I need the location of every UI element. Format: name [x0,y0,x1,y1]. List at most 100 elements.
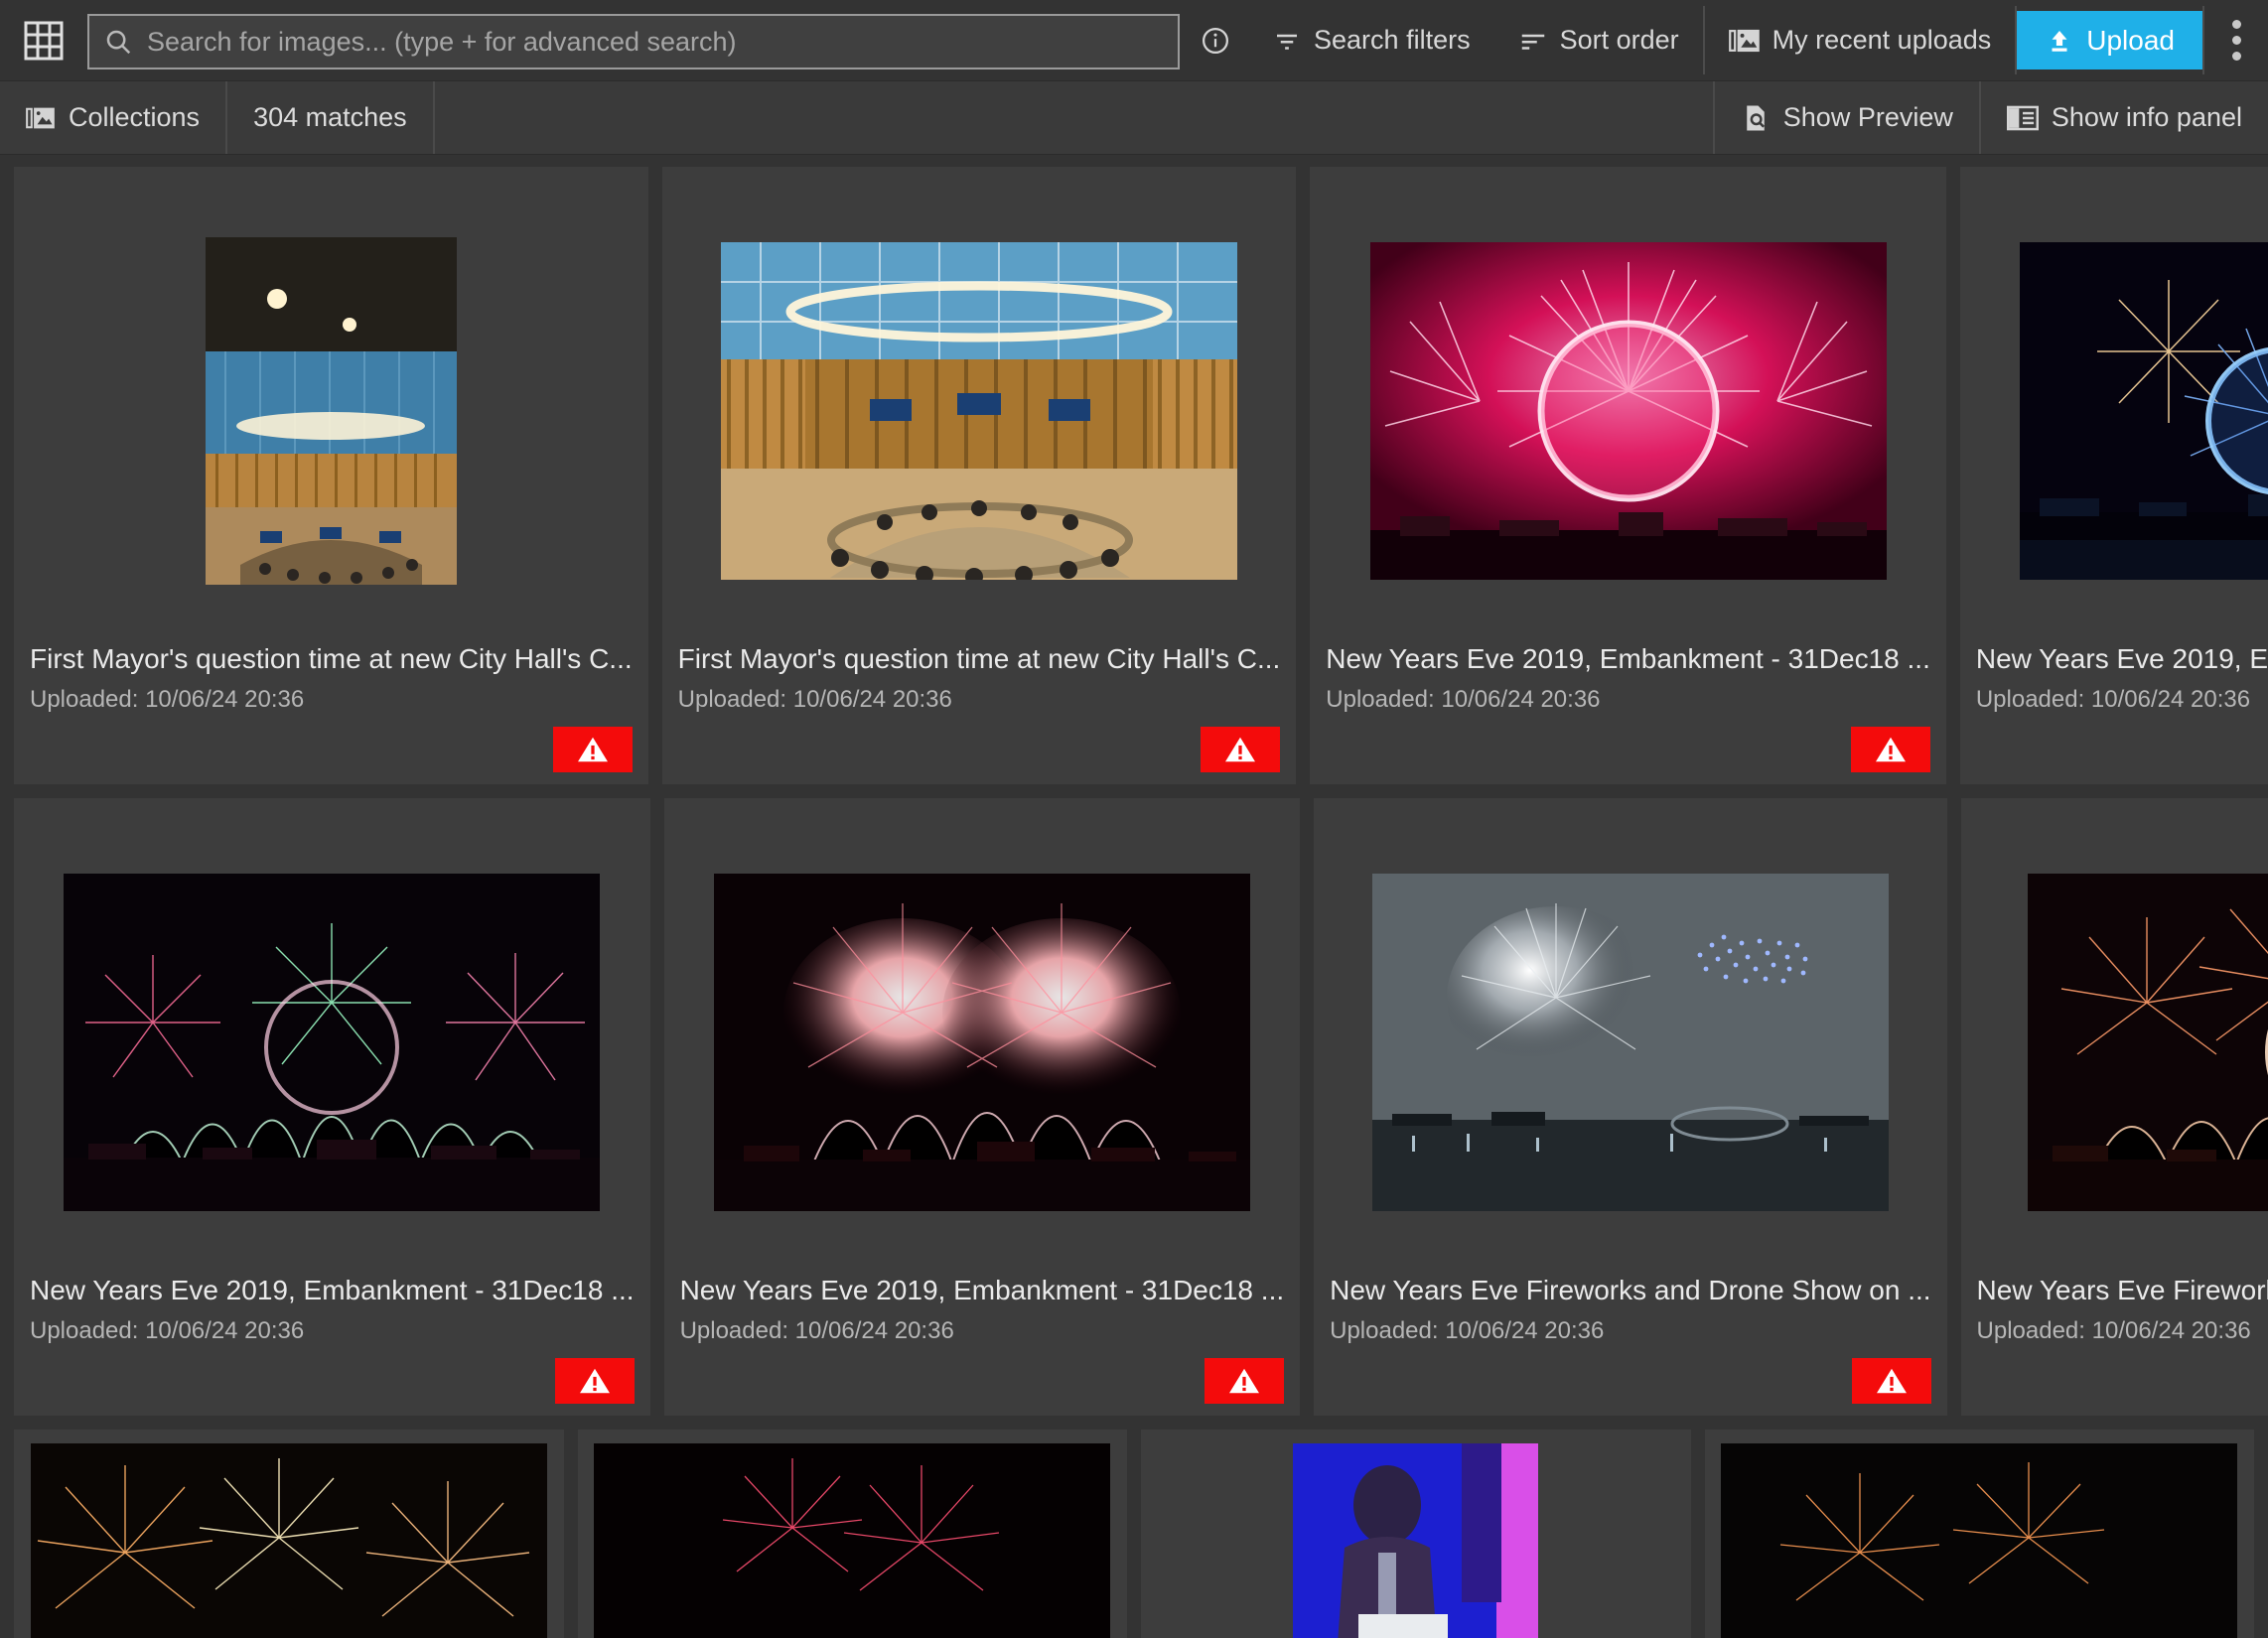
my-recent-uploads-button[interactable]: My recent uploads [1705,0,2016,80]
card-title: New Years Eve 2019, Embankment - 31Dec18… [679,1275,1285,1305]
thumbnail-image [30,1443,547,1638]
card-meta: New Years Eve Fireworks Display, London … [1961,1273,2268,1346]
status-badge[interactable] [1205,1357,1285,1404]
status-badge[interactable] [1201,726,1281,772]
results-row: First Mayor's question time at new City … [14,167,2268,784]
results-row: New Years Eve 2019, Embankment - 31Dec18… [14,798,2268,1416]
show-preview-button[interactable]: Show Preview [1712,81,1979,154]
result-card[interactable]: First Mayor's question time at new City … [14,167,648,784]
thumbnail-container [1960,167,2268,641]
card-uploaded: Uploaded: 10/06/24 20:36 [1326,686,1601,713]
my-recent-uploads-label: My recent uploads [1772,25,1992,55]
thumbnail-image [594,1443,1111,1638]
result-card[interactable]: First Mayor's question time at new City … [661,167,1297,784]
thumbnail-container [1314,798,1946,1273]
card-title: New Years Eve 2019, Embankment - 31Dec18… [30,1275,635,1305]
card-meta: New Years Eve 2019, Embankment - 31Dec18… [1310,641,1946,772]
show-preview-label: Show Preview [1782,102,1953,132]
status-badge[interactable] [552,726,633,772]
thumbnail-image [720,242,1237,580]
thumbnail-image [1721,1443,2238,1638]
status-badge[interactable] [1850,726,1930,772]
search-box[interactable] [87,14,1180,69]
card-meta: New Years Eve Fireworks and Drone Show o… [1314,1273,1946,1404]
thumbnail-container: People's Question Time [1141,1430,1691,1638]
result-card[interactable]: New Years Eve 2019, Embankment - 31Dec18… [1959,167,2268,784]
warning-icon [1875,737,1906,762]
thumbnail-image [2027,874,2268,1211]
card-uploaded: Uploaded: 10/06/24 20:36 [1975,686,2251,713]
more-options-button[interactable] [2204,0,2268,80]
sort-lines-icon [1521,34,1544,50]
card-title: New Years Eve 2019, Embankment - 31Dec18… [1975,643,2268,674]
images-stack-icon [1728,29,1760,52]
sort-order-button[interactable]: Sort order [1494,0,1703,80]
sort-order-label: Sort order [1559,25,1679,55]
collections-label: Collections [69,102,201,132]
match-count-label: 304 matches [253,102,407,132]
result-card[interactable]: New Years Eve 2019, Embankment - 31Dec18… [1310,167,1946,784]
info-button[interactable] [1183,0,1248,80]
thumbnail-container [1310,167,1946,641]
subbar-spacer [435,81,1713,154]
thumbnail-image [2020,242,2268,580]
search-filters-button[interactable]: Search filters [1248,0,1494,80]
result-card[interactable] [1704,1430,2255,1638]
status-badge[interactable] [1851,1357,1931,1404]
result-card[interactable]: New Years Eve Fireworks and Drone Show o… [1314,798,1947,1416]
results-grid[interactable]: First Mayor's question time at new City … [0,155,2268,1638]
results-row: People's Question Time [14,1430,2254,1638]
warning-icon [579,1368,610,1394]
card-meta: First Mayor's question time at new City … [662,641,1297,772]
thumbnail-container [14,167,648,641]
thumbnail-container [1961,798,2268,1273]
info-circle-icon [1203,27,1229,54]
warning-icon [1229,1368,1260,1394]
card-uploaded: Uploaded: 10/06/24 20:36 [1330,1317,1605,1344]
thumbnail-image [64,874,601,1211]
result-card[interactable]: New Years Eve 2019, Embankment - 31Dec18… [663,798,1301,1416]
search-input[interactable] [147,26,1164,58]
grid-view-button[interactable] [0,0,87,80]
kebab-menu-icon-dot2 [2231,36,2241,45]
card-uploaded: Uploaded: 10/06/24 20:36 [30,686,305,713]
search-icon [106,30,131,55]
thumbnail-container [1705,1430,2255,1638]
kebab-menu-icon-dot3 [2231,52,2241,61]
warning-icon [1225,737,1256,762]
warning-icon [1876,1368,1907,1394]
thumbnail-image [1371,874,1889,1211]
thumbnail-container [664,798,1301,1273]
images-stack-icon [26,107,55,128]
card-title: First Mayor's question time at new City … [30,643,633,674]
collections-button[interactable]: Collections [0,81,228,154]
card-meta: New Years Eve 2019, Embankment - 31Dec18… [664,1273,1301,1404]
show-info-panel-button[interactable]: Show info panel [1978,81,2268,154]
thumbnail-container [14,1430,564,1638]
thumbnail-container [578,1430,1128,1638]
card-title: New Years Eve Fireworks Display, London … [1976,1275,2268,1305]
result-card[interactable] [14,1430,564,1638]
grid-view-icon [24,21,64,60]
upload-arrow-icon [2052,30,2067,52]
thumbnail-image [205,237,457,585]
card-uploaded: Uploaded: 10/06/24 20:36 [1976,1317,2251,1344]
result-card[interactable]: New Years Eve 2019, Embankment - 31Dec18… [14,798,650,1416]
thumbnail-image [1369,242,1887,580]
result-card[interactable]: New Years Eve Fireworks Display, London … [1960,798,2268,1416]
card-uploaded: Uploaded: 10/06/24 20:36 [30,1317,305,1344]
card-uploaded: Uploaded: 10/06/24 20:36 [679,1317,954,1344]
thumbnail-image: People's Question Time [1293,1443,1539,1638]
kebab-menu-icon [2231,20,2241,29]
upload-button[interactable]: Upload [2017,11,2202,69]
result-card[interactable]: People's Question Time [1141,1430,1691,1638]
preview-magnifier-icon [1747,105,1765,130]
card-meta: First Mayor's question time at new City … [14,641,648,772]
filter-icon [1277,34,1298,50]
status-badge[interactable] [554,1357,635,1404]
card-title: New Years Eve Fireworks and Drone Show o… [1330,1275,1931,1305]
card-meta: New Years Eve 2019, Embankment - 31Dec18… [14,1273,650,1404]
card-uploaded: Uploaded: 10/06/24 20:36 [677,686,952,713]
result-card[interactable] [577,1430,1128,1638]
results-toolbar: Collections 304 matches Show Preview Sho… [0,81,2268,155]
